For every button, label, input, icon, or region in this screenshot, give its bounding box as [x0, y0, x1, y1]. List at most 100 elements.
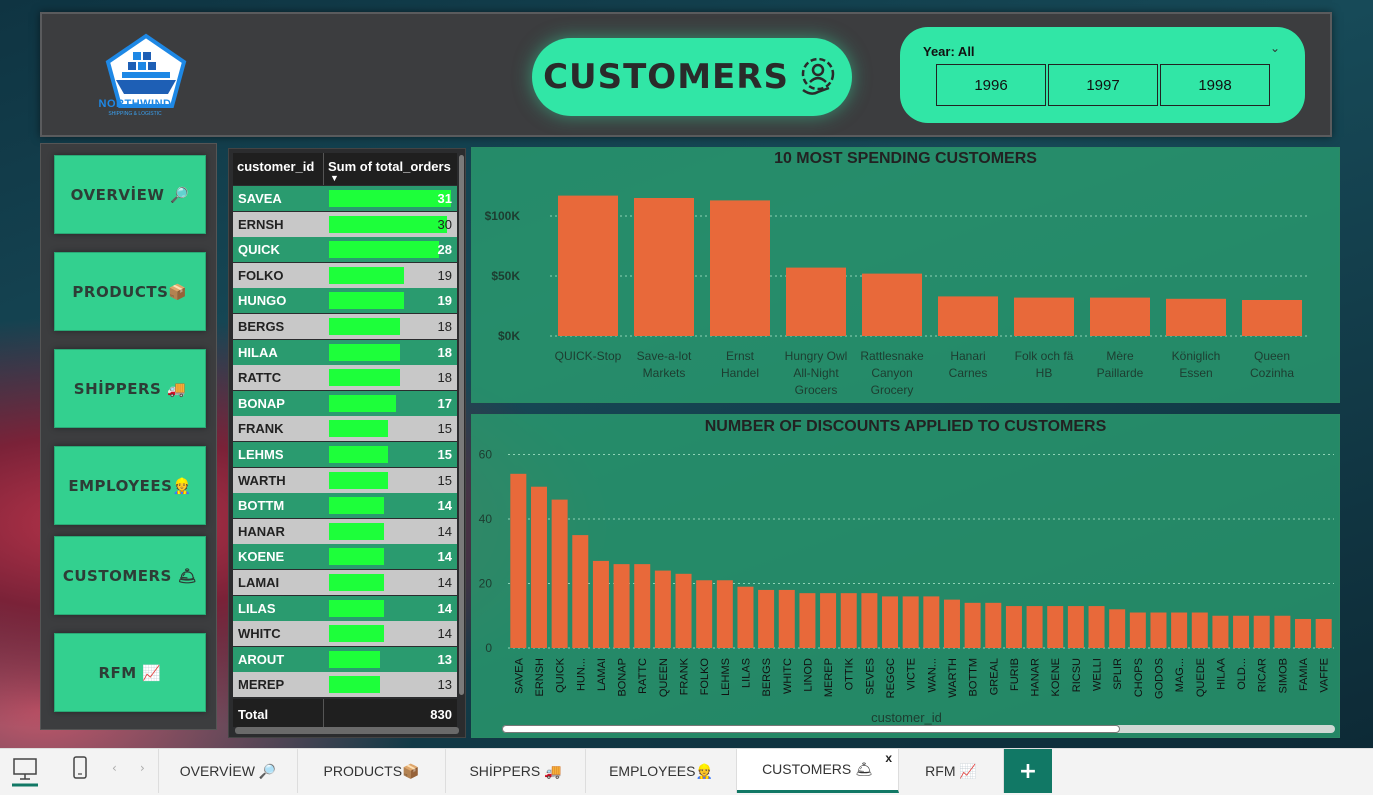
chevron-down-icon[interactable]: ⌄ [1270, 41, 1280, 55]
table-row[interactable]: KOENE 14 [233, 544, 457, 570]
data-bar [329, 625, 385, 643]
sort-desc-icon[interactable]: ▼ [330, 173, 339, 183]
table-row[interactable]: LILAS 14 [233, 595, 457, 621]
add-page-button[interactable]: + [1004, 749, 1052, 793]
y-tick-label: 40 [479, 512, 493, 526]
table-row[interactable]: HILAA 18 [233, 339, 457, 365]
table-cell-value: 30 [437, 216, 452, 232]
table-cell-total-orders: 18 [323, 314, 457, 339]
table-cell-customer-id: LILAS [233, 595, 323, 621]
table-row[interactable]: BOTTM 14 [233, 493, 457, 519]
year-option-1996[interactable]: 1996 [936, 64, 1046, 106]
table-cell-value: 18 [437, 370, 452, 386]
bar [710, 200, 770, 336]
nav-products-button[interactable]: PRODUCTS📦 [54, 252, 206, 331]
table-row[interactable]: LEHMS 15 [233, 442, 457, 467]
table-horizontal-scrollbar[interactable] [235, 727, 459, 734]
chart-horizontal-scrollbar-thumb[interactable] [502, 725, 1120, 733]
bar [943, 599, 960, 648]
bar [985, 602, 1002, 648]
x-tick-label: Markets [643, 366, 686, 380]
table-cell-value: 31 [437, 191, 452, 206]
data-bar [329, 292, 404, 310]
table-cell-value: 19 [437, 293, 452, 309]
table-row[interactable]: LAMAI 14 [233, 570, 457, 595]
x-tick-label: Canyon [871, 366, 912, 380]
tab-customers[interactable]: CUSTOMERS 🛎 x [737, 749, 899, 793]
table-row[interactable]: WHITC 14 [233, 621, 457, 647]
table-row[interactable]: FOLKO 19 [233, 262, 457, 288]
x-tick-label: HANAR [1030, 658, 1042, 697]
bar [1014, 297, 1074, 336]
x-tick-label: SPLIR [1112, 658, 1124, 690]
bar [634, 564, 651, 648]
mobile-view-icon[interactable] [72, 755, 88, 786]
year-slicer[interactable]: Year: All ⌄ 1996 1997 1998 [900, 27, 1305, 123]
x-tick-label: Essen [1179, 366, 1212, 380]
table-row[interactable]: AROUT 13 [233, 646, 457, 672]
table-row[interactable]: RATTC 18 [233, 365, 457, 391]
x-tick-label: FOLKO [699, 658, 711, 696]
x-tick-label: OLD... [1236, 658, 1248, 690]
x-tick-label: Grocery [871, 383, 914, 397]
year-option-1998[interactable]: 1998 [1160, 64, 1270, 106]
chart-horizontal-scrollbar-track[interactable] [502, 725, 1335, 733]
table-row[interactable]: HANAR 14 [233, 518, 457, 544]
tab-products[interactable]: PRODUCTS📦 [298, 749, 446, 793]
tab-scroll-left-icon[interactable]: ‹ [112, 761, 117, 775]
x-tick-label: SIMOB [1277, 658, 1289, 693]
nav-employees-button[interactable]: EMPLOYEES👷 [54, 446, 206, 525]
tab-rfm[interactable]: RFM 📈 [899, 749, 1004, 793]
table-cell-total-orders: 14 [323, 518, 457, 544]
table-divider [323, 699, 324, 727]
table-row[interactable]: HUNGO 19 [233, 288, 457, 314]
table-header-customer-id[interactable]: customer_id [233, 153, 323, 185]
bar [1067, 606, 1084, 648]
year-option-1997[interactable]: 1997 [1048, 64, 1158, 106]
table-vertical-scrollbar[interactable] [459, 155, 464, 695]
table-row[interactable]: BONAP 17 [233, 390, 457, 416]
tab-shippers[interactable]: SHİPPERS 🚚 [446, 749, 586, 793]
tab-scroll-right-icon[interactable]: › [140, 761, 145, 775]
table-cell-customer-id: FRANK [233, 416, 323, 442]
nav-rfm-button[interactable]: RFM 📈 [54, 633, 206, 712]
table-cell-customer-id: MEREP [233, 672, 323, 698]
table-cell-total-orders: 15 [323, 467, 457, 493]
x-tick-label: HUN... [575, 658, 587, 691]
desktop-view-icon[interactable] [12, 757, 38, 787]
data-bar [329, 369, 400, 387]
tab-employees[interactable]: EMPLOYEES👷 [586, 749, 737, 793]
y-tick-label: 20 [479, 576, 493, 590]
table-row[interactable]: FRANK 15 [233, 416, 457, 442]
table-cell-customer-id: BERGS [233, 314, 323, 339]
x-tick-label: MEREP [823, 658, 835, 697]
nav-customers-button[interactable]: CUSTOMERS 🛎 [54, 536, 206, 615]
table-cell-total-orders: 15 [323, 416, 457, 442]
table-row[interactable]: QUICK 28 [233, 237, 457, 263]
bar [1166, 298, 1226, 336]
table-cell-total-orders: 14 [323, 570, 457, 595]
data-bar [329, 548, 385, 566]
table-row[interactable]: WARTH 15 [233, 467, 457, 493]
bar [716, 580, 733, 648]
table-cell-value: 15 [437, 472, 452, 488]
table-cell-customer-id: AROUT [233, 646, 323, 672]
table-row[interactable]: SAVEA 31 [233, 186, 457, 211]
table-cell-customer-id: LAMAI [233, 570, 323, 595]
top-customers-bar-chart: $0K $50K $100K QUICK-Stop Save-a-lot Markets E… [485, 195, 1310, 397]
table-cell-customer-id: HILAA [233, 339, 323, 365]
tab-overview[interactable]: OVERVİEW 🔎 [158, 749, 298, 793]
table-row[interactable]: ERNSH 30 [233, 211, 457, 237]
nav-shippers-button[interactable]: SHİPPERS 🚚 [54, 349, 206, 428]
x-tick-label: Paillarde [1097, 366, 1144, 380]
table-header-total-orders[interactable]: Sum of total_orders ▼ [323, 153, 457, 185]
bar [861, 593, 878, 648]
bar [1129, 612, 1146, 648]
bar [1171, 612, 1188, 648]
table-cell-total-orders: 14 [323, 493, 457, 519]
table-row[interactable]: BERGS 18 [233, 314, 457, 339]
table-row[interactable]: MEREP 13 [233, 672, 457, 698]
x-tick-label: RICSU [1071, 658, 1083, 692]
tab-close-icon[interactable]: x [885, 751, 892, 765]
nav-overview-button[interactable]: OVERVİEW 🔎 [54, 155, 206, 234]
